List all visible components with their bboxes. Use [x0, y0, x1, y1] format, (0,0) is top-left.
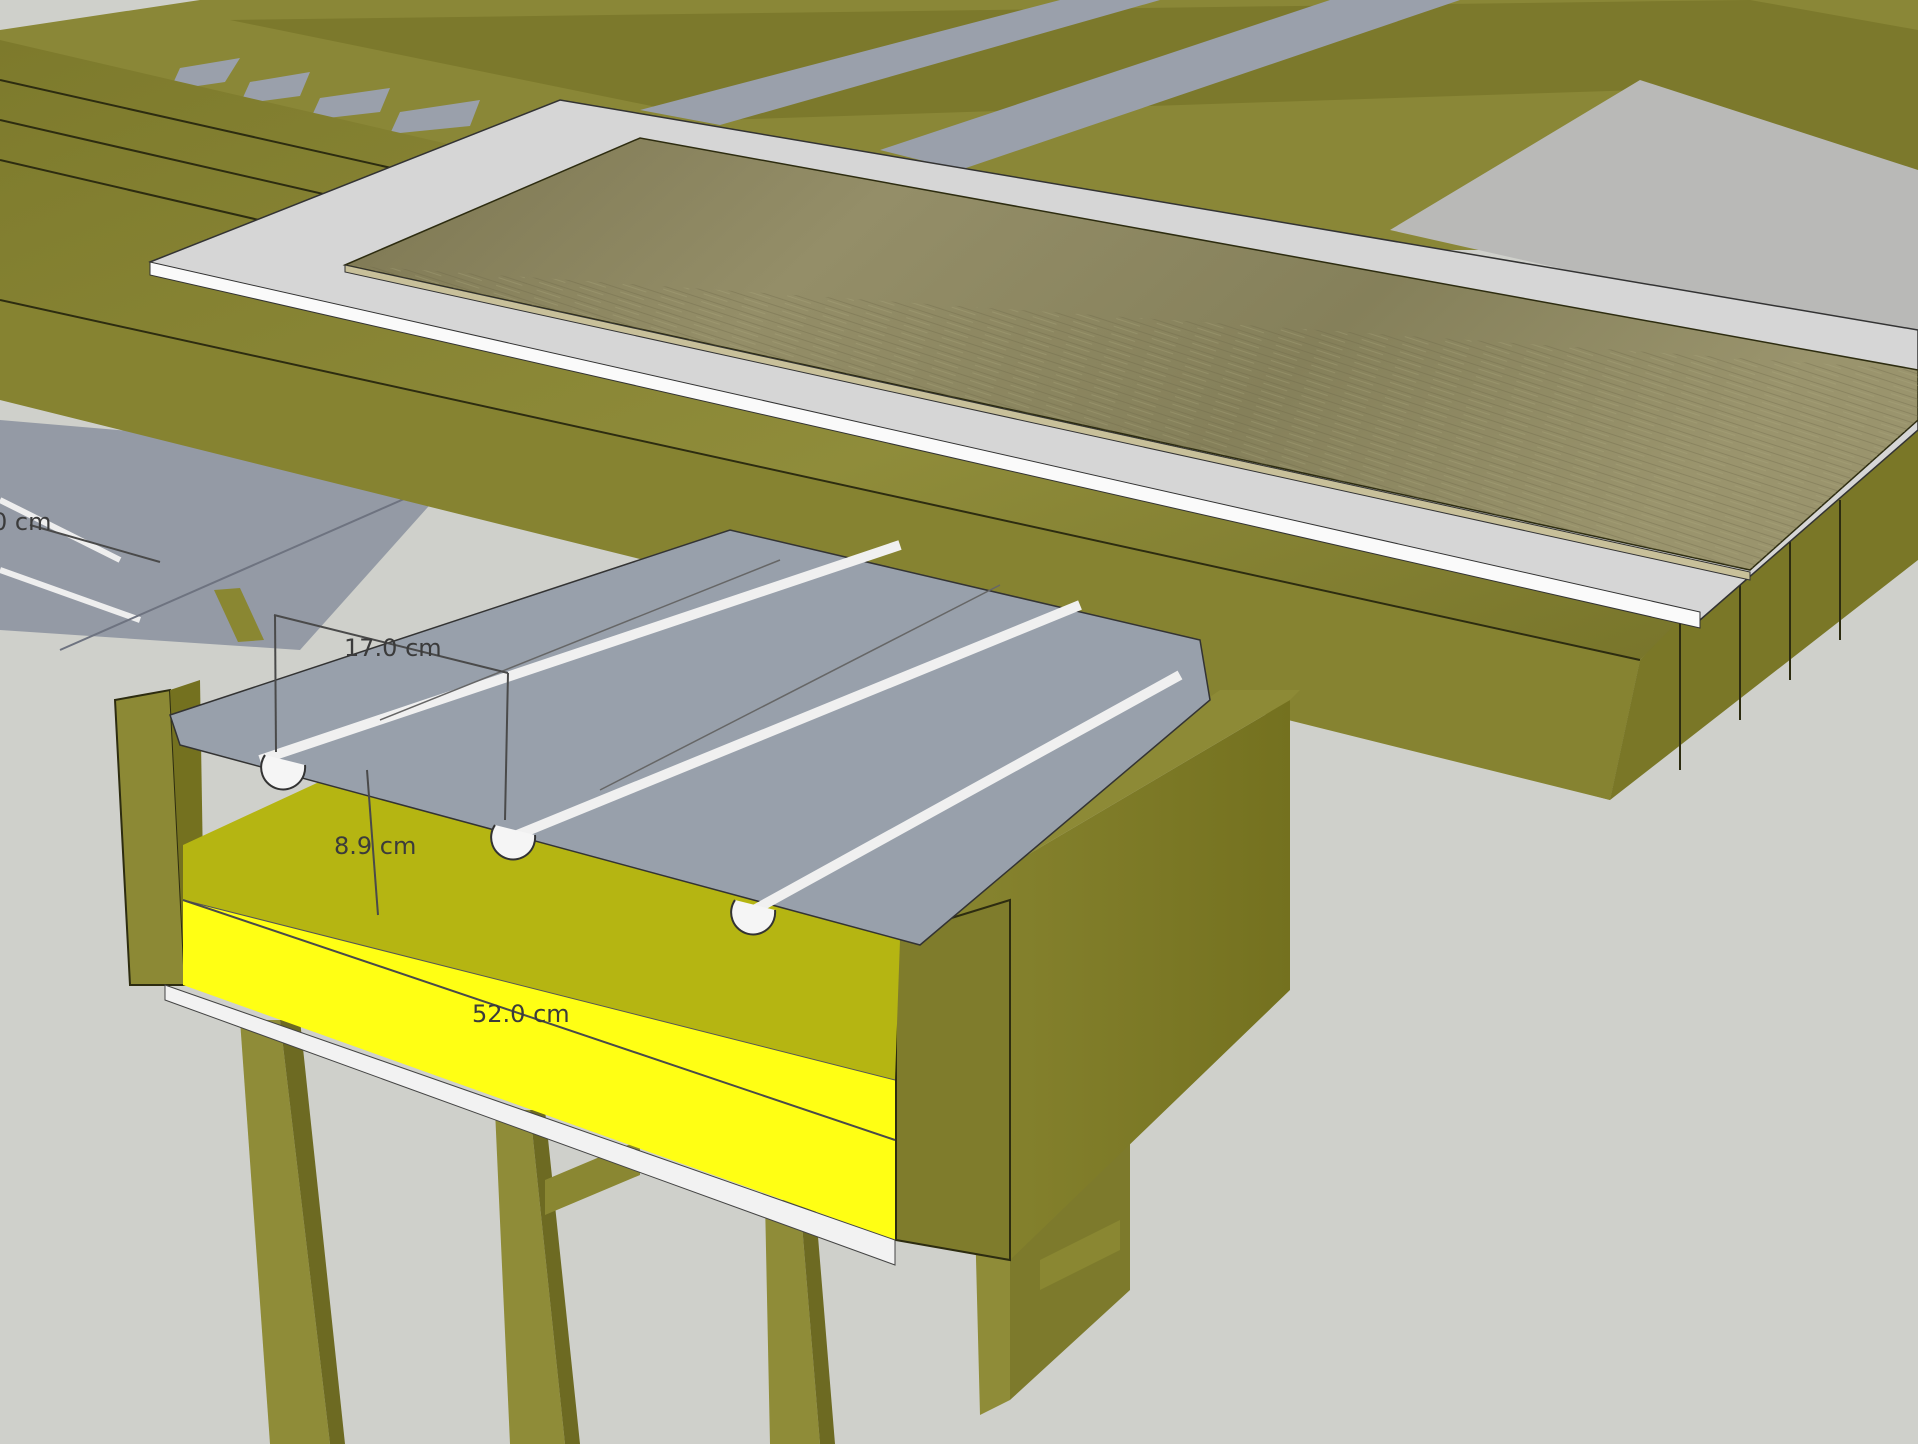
dimension-partial-label: 0 cm: [0, 508, 51, 536]
dimension-width-label: 52.0 cm: [472, 1000, 570, 1028]
dimension-depth-label: 8.9 cm: [334, 832, 416, 860]
dimension-spacing-label: 17.0 cm: [344, 634, 442, 662]
floor-heating-diagram: 0 cm 17.0 cm 8.9 cm 52.0 cm: [0, 0, 1918, 1444]
